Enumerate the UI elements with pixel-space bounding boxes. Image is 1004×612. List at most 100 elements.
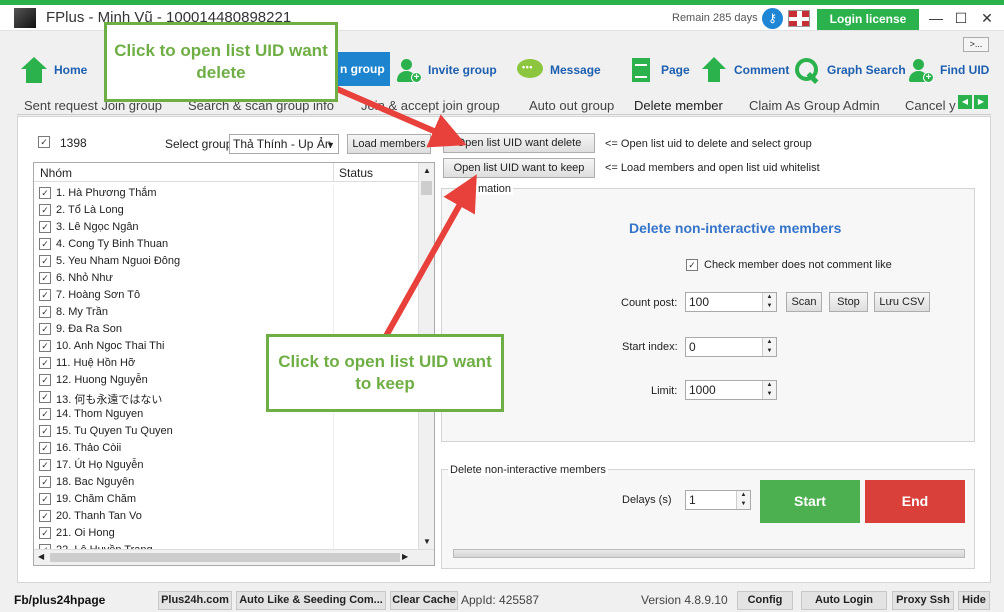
select-all-checkbox[interactable]: ✓: [38, 136, 50, 148]
limit-stepper[interactable]: 1000 ▲ ▼: [685, 380, 777, 400]
minimize-icon[interactable]: —: [925, 8, 947, 28]
list-item[interactable]: ✓ 18. Bac Nguyên: [34, 474, 418, 491]
scroll-up-icon[interactable]: ▲: [423, 166, 431, 175]
clear-cache-button[interactable]: Clear Cache: [390, 591, 458, 610]
list-item[interactable]: ✓ 6. Nhỏ Như: [34, 270, 418, 287]
proxy-ssh-button[interactable]: Proxy Ssh: [892, 591, 954, 610]
delays-label: Delays (s): [622, 494, 672, 506]
list-item[interactable]: ✓ 21. Oi Hong: [34, 525, 418, 542]
close-icon[interactable]: ✕: [976, 8, 998, 28]
member-checkbox[interactable]: ✓: [39, 374, 51, 386]
member-checkbox[interactable]: ✓: [39, 323, 51, 335]
tab-delete-member[interactable]: Delete member: [634, 98, 723, 114]
stepper-arrows-icon[interactable]: ▲ ▼: [762, 338, 776, 356]
member-checkbox[interactable]: ✓: [39, 221, 51, 233]
stop-button[interactable]: Stop: [829, 292, 868, 312]
toolbar-home[interactable]: Home: [20, 55, 87, 85]
list-item[interactable]: ✓ 15. Tu Quyen Tu Quyen: [34, 423, 418, 440]
start-button[interactable]: Start: [760, 480, 860, 523]
member-checkbox[interactable]: ✓: [39, 255, 51, 267]
member-checkbox[interactable]: ✓: [39, 510, 51, 522]
luu-csv-button[interactable]: Lưu CSV: [874, 292, 930, 312]
member-checkbox[interactable]: ✓: [39, 204, 51, 216]
facebook-page-link[interactable]: Fb/plus24hpage: [14, 593, 105, 607]
config-button[interactable]: Config: [737, 591, 793, 610]
toolbar-invite-group[interactable]: + Invite group: [394, 55, 497, 85]
member-checkbox[interactable]: ✓: [39, 408, 51, 420]
member-checkbox[interactable]: ✓: [39, 340, 51, 352]
list-item[interactable]: ✓ 1. Hà Phương Thắm: [34, 185, 418, 202]
start-index-stepper[interactable]: 0 ▲ ▼: [685, 337, 777, 357]
auto-login-button[interactable]: Auto Login: [801, 591, 887, 610]
list-item[interactable]: ✓ 20. Thanh Tan Vo: [34, 508, 418, 525]
scan-button[interactable]: Scan: [786, 292, 822, 312]
count-post-stepper[interactable]: 100 ▲ ▼: [685, 292, 777, 312]
tab-claim-admin[interactable]: Claim As Group Admin: [749, 98, 880, 113]
hide-button[interactable]: Hide: [958, 591, 990, 610]
list-item[interactable]: ✓ 5. Yeu Nham Nguoi Đông: [34, 253, 418, 270]
tab-cancel[interactable]: Cancel y: [905, 98, 956, 113]
member-name: 14. Thom Nguyen: [56, 408, 144, 420]
tab-join-accept[interactable]: Join & accept join group: [361, 98, 500, 113]
scroll-right-icon[interactable]: ▶: [402, 552, 408, 561]
list-item[interactable]: ✓ 2. Tổ Là Long: [34, 202, 418, 219]
toolbar-find-uid[interactable]: + Find UID: [906, 55, 989, 85]
home-icon: [20, 56, 48, 84]
member-count: 1398: [60, 136, 87, 150]
toolbar-comment[interactable]: Comment: [700, 55, 789, 85]
member-checkbox[interactable]: ✓: [39, 238, 51, 250]
stepper-arrows-icon[interactable]: ▲ ▼: [762, 381, 776, 399]
delays-stepper[interactable]: 1 ▲ ▼: [685, 490, 751, 510]
stepper-arrows-icon[interactable]: ▲ ▼: [736, 491, 750, 509]
check-member-label: Check member does not comment like: [704, 259, 892, 271]
plus24h-button[interactable]: Plus24h.com: [158, 591, 232, 610]
member-checkbox[interactable]: ✓: [39, 527, 51, 539]
more-button[interactable]: >...: [963, 37, 989, 52]
open-keep-list-button[interactable]: Open list UID want to keep: [443, 158, 595, 178]
member-checkbox[interactable]: ✓: [39, 306, 51, 318]
callout-delete: Click to open list UID want delete: [104, 22, 338, 102]
app-logo-icon: [14, 8, 36, 28]
toolbar-graph-search[interactable]: Graph Search: [793, 55, 906, 85]
col-header-status[interactable]: Status: [339, 166, 373, 180]
member-checkbox[interactable]: ✓: [39, 187, 51, 199]
member-name: 12. Huong Nguyễn: [56, 374, 148, 386]
open-delete-list-button[interactable]: Open list UID want delete: [443, 133, 595, 153]
auto-like-button[interactable]: Auto Like & Seeding Com...: [236, 591, 386, 610]
scroll-left-icon[interactable]: ◀: [38, 552, 44, 561]
check-member-checkbox[interactable]: ✓: [686, 259, 698, 271]
tab-auto-out[interactable]: Auto out group: [529, 98, 614, 113]
member-checkbox[interactable]: ✓: [39, 442, 51, 454]
list-item[interactable]: ✓ 7. Hoàng Sơn Tô: [34, 287, 418, 304]
member-checkbox[interactable]: ✓: [39, 357, 51, 369]
end-button[interactable]: End: [865, 480, 965, 523]
select-group-dropdown[interactable]: Thả Thính - Up Ản ▼: [229, 134, 339, 154]
toolbar-message[interactable]: Message: [516, 55, 601, 85]
member-name: 11. Huệ Hồn Hỡ: [56, 357, 136, 369]
load-members-button[interactable]: Load members: [347, 134, 431, 154]
member-checkbox[interactable]: ✓: [39, 272, 51, 284]
horizontal-scrollbar[interactable]: ◀ ▶: [34, 549, 434, 565]
scroll-down-icon[interactable]: ▼: [423, 537, 431, 546]
list-item[interactable]: ✓ 17. Út Họ Nguyễn: [34, 457, 418, 474]
member-checkbox[interactable]: ✓: [39, 476, 51, 488]
list-item[interactable]: ✓ 19. Chăm Chăm: [34, 491, 418, 508]
tab-scroll-left-icon[interactable]: ◀: [958, 95, 972, 109]
list-item[interactable]: ✓ 3. Lê Ngọc Ngân: [34, 219, 418, 236]
member-checkbox[interactable]: ✓: [39, 289, 51, 301]
list-item[interactable]: ✓ 4. Cong Ty Binh Thuan: [34, 236, 418, 253]
list-item[interactable]: ✓ 8. My Trần: [34, 304, 418, 321]
member-checkbox[interactable]: ✓: [39, 493, 51, 505]
member-checkbox[interactable]: ✓: [39, 459, 51, 471]
member-checkbox[interactable]: ✓: [39, 391, 51, 403]
list-item[interactable]: ✓ 16. Thảo Còii: [34, 440, 418, 457]
login-license-button[interactable]: Login license: [817, 9, 919, 30]
col-header-name[interactable]: Nhóm: [40, 166, 72, 180]
key-icon[interactable]: ⚷: [762, 8, 783, 29]
maximize-icon[interactable]: ☐: [950, 8, 972, 28]
uk-flag-icon[interactable]: [788, 10, 810, 27]
tab-scroll-right-icon[interactable]: ▶: [974, 95, 988, 109]
toolbar-page[interactable]: Page: [627, 55, 690, 85]
stepper-arrows-icon[interactable]: ▲ ▼: [762, 293, 776, 311]
member-checkbox[interactable]: ✓: [39, 425, 51, 437]
